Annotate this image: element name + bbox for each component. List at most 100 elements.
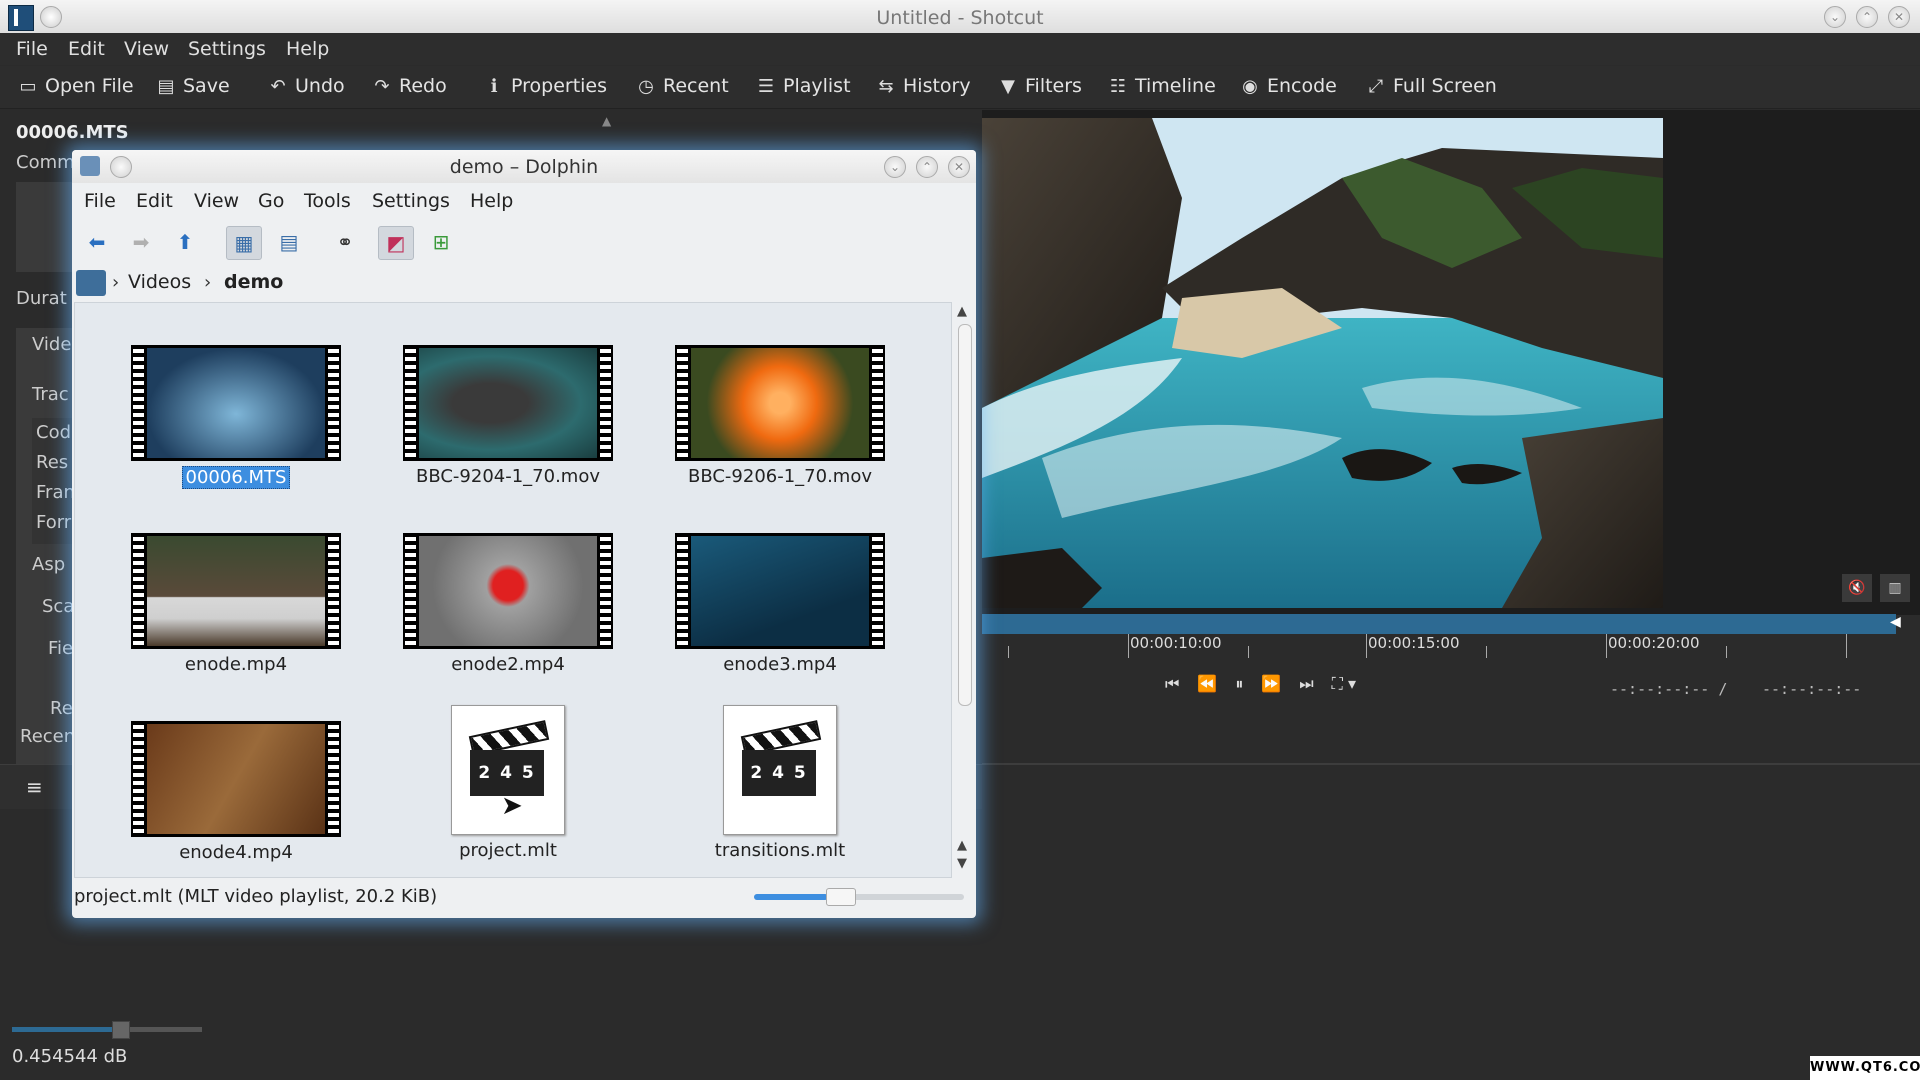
label-field: Fie bbox=[48, 638, 74, 659]
dolphin-title: demo – Dolphin bbox=[449, 156, 599, 178]
breadcrumb-videos[interactable]: Videos bbox=[128, 271, 191, 293]
videos-folder-icon[interactable] bbox=[76, 270, 106, 296]
up-icon[interactable]: ⬆ bbox=[168, 226, 202, 258]
encode-icon: ◉ bbox=[1242, 75, 1258, 97]
clock-icon: ◷ bbox=[638, 75, 654, 97]
redo-button[interactable]: ↷ Redo bbox=[372, 75, 447, 97]
zoom-fit-icon[interactable]: ⛶ ▾ bbox=[1332, 674, 1356, 694]
dolphin-menu-settings[interactable]: Settings bbox=[372, 190, 450, 212]
undo-button[interactable]: ↶ Undo bbox=[268, 75, 344, 97]
file-name: enode.mp4 bbox=[184, 654, 288, 675]
menu-view[interactable]: View bbox=[124, 38, 169, 60]
file-item[interactable]: BBC-9206-1_70.mov bbox=[675, 345, 885, 487]
dolphin-minimize-button[interactable]: ⌄ bbox=[884, 156, 906, 178]
label-video: Vide bbox=[32, 334, 72, 355]
menu-edit[interactable]: Edit bbox=[68, 38, 105, 60]
menu-help[interactable]: Help bbox=[286, 38, 329, 60]
playlist-button[interactable]: ☰ Playlist bbox=[756, 75, 851, 97]
dolphin-menu-file[interactable]: File bbox=[84, 190, 116, 212]
skip-previous-icon[interactable]: ⏮ bbox=[1165, 674, 1179, 694]
scrubber-out-marker[interactable]: ◀ bbox=[1890, 614, 1904, 634]
dolphin-menu-tools[interactable]: Tools bbox=[304, 190, 351, 212]
label-codec: Cod bbox=[36, 422, 72, 443]
redo-label: Redo bbox=[399, 75, 447, 97]
file-view-scrollbar[interactable]: ▲ ▲ ▼ bbox=[954, 302, 974, 876]
history-button[interactable]: ⇆ History bbox=[876, 75, 970, 97]
timecode-20: 00:00:20:00 bbox=[1608, 634, 1700, 652]
scrollbar-thumb[interactable] bbox=[958, 324, 972, 706]
icons-view-icon[interactable]: ▦ bbox=[226, 226, 262, 260]
scrubber-bar[interactable] bbox=[982, 614, 1896, 634]
ruler-tick bbox=[1606, 634, 1607, 658]
file-item[interactable]: 2 4 5 transitions.mlt bbox=[675, 705, 885, 861]
dolphin-titlebar: demo – Dolphin ⌄ ⌃ ✕ bbox=[72, 150, 976, 184]
gain-slider-fill bbox=[12, 1027, 120, 1032]
ruler-tick bbox=[1846, 634, 1847, 658]
fast-forward-icon[interactable]: ⏩ bbox=[1261, 674, 1281, 694]
volume-meter-button[interactable]: ▥ bbox=[1880, 574, 1910, 602]
rewind-icon[interactable]: ⏪ bbox=[1197, 674, 1217, 694]
dolphin-menu-help[interactable]: Help bbox=[470, 190, 513, 212]
menu-settings[interactable]: Settings bbox=[188, 38, 266, 60]
label-resolution: Res bbox=[36, 452, 69, 473]
video-thumbnail bbox=[675, 345, 885, 461]
ruler-tick bbox=[1008, 646, 1009, 658]
properties-comment-box[interactable] bbox=[16, 182, 76, 272]
menu-file[interactable]: File bbox=[16, 38, 48, 60]
file-item[interactable]: enode2.mp4 bbox=[403, 533, 613, 675]
scroll-up-icon[interactable]: ▲ bbox=[957, 304, 967, 319]
position-timecode[interactable]: --:--:--:-- / bbox=[1610, 680, 1727, 698]
timecode-10: 00:00:10:00 bbox=[1130, 634, 1222, 652]
skip-next-icon[interactable]: ⏭ bbox=[1299, 674, 1313, 694]
properties-button[interactable]: ℹ Properties bbox=[484, 75, 607, 97]
dolphin-close-button[interactable]: ✕ bbox=[948, 156, 970, 178]
ruler-tick bbox=[1486, 646, 1487, 658]
pause-icon[interactable]: ⏸ bbox=[1235, 674, 1243, 694]
details-view-icon[interactable]: ▤ bbox=[272, 226, 306, 258]
file-item[interactable]: enode3.mp4 bbox=[675, 533, 885, 675]
minimize-button[interactable]: ⌄ bbox=[1824, 6, 1846, 28]
file-item[interactable]: 00006.MTS bbox=[131, 345, 341, 489]
full-screen-label: Full Screen bbox=[1393, 75, 1497, 97]
save-button[interactable]: ▤ Save bbox=[156, 75, 230, 97]
file-item[interactable]: enode.mp4 bbox=[131, 533, 341, 675]
dolphin-menubar: File Edit View Go Tools Settings Help bbox=[72, 183, 976, 219]
filter-icon: ▼ bbox=[1001, 75, 1015, 97]
close-button[interactable]: ✕ bbox=[1888, 6, 1910, 28]
preview-icon[interactable]: ◩ bbox=[378, 226, 414, 260]
full-screen-button[interactable]: ⤢ Full Screen bbox=[1366, 75, 1497, 97]
maximize-button[interactable]: ⌃ bbox=[1856, 6, 1878, 28]
timeline-menu-icon[interactable]: ≡ bbox=[26, 775, 43, 799]
clapperboard-icon: 2 4 5 bbox=[740, 720, 822, 798]
scroll-down-icon[interactable]: ▼ bbox=[957, 856, 967, 871]
gain-slider-handle[interactable] bbox=[112, 1021, 130, 1039]
dolphin-menu-edit[interactable]: Edit bbox=[136, 190, 173, 212]
split-view-icon[interactable]: ⊞ bbox=[424, 226, 458, 258]
recent-button[interactable]: ◷ Recent bbox=[636, 75, 729, 97]
dolphin-menu-view[interactable]: View bbox=[194, 190, 239, 212]
encode-button[interactable]: ◉ Encode bbox=[1240, 75, 1337, 97]
find-icon[interactable]: ⚭ bbox=[328, 226, 362, 258]
tab-recent[interactable]: Recen bbox=[20, 726, 75, 747]
timeline-button[interactable]: ☷ Timeline bbox=[1108, 75, 1216, 97]
file-item[interactable]: BBC-9204-1_70.mov bbox=[403, 345, 613, 487]
reset-button-label[interactable]: Re bbox=[50, 698, 73, 719]
dolphin-menu-go[interactable]: Go bbox=[258, 190, 284, 212]
file-name: BBC-9206-1_70.mov bbox=[687, 466, 873, 487]
panel-scroll-up[interactable]: ▲ bbox=[602, 114, 611, 128]
label-frame-rate: Fran bbox=[36, 482, 75, 503]
open-file-button[interactable]: ▭ Open File bbox=[18, 75, 133, 97]
filters-button[interactable]: ▼ Filters bbox=[998, 75, 1082, 97]
timeline-label: Timeline bbox=[1135, 75, 1216, 97]
forward-icon[interactable]: ➡ bbox=[124, 226, 158, 258]
breadcrumb-demo[interactable]: demo bbox=[224, 271, 283, 293]
zoom-slider-handle[interactable] bbox=[826, 888, 856, 906]
file-item[interactable]: enode4.mp4 bbox=[131, 721, 341, 863]
save-label: Save bbox=[183, 75, 230, 97]
scroll-up-icon[interactable]: ▲ bbox=[957, 838, 967, 853]
file-name: enode2.mp4 bbox=[451, 654, 565, 675]
file-item[interactable]: 2 4 5 project.mlt bbox=[403, 705, 613, 861]
back-icon[interactable]: ⬅ bbox=[80, 226, 114, 258]
dolphin-maximize-button[interactable]: ⌃ bbox=[916, 156, 938, 178]
mute-button[interactable]: 🔇 bbox=[1842, 574, 1872, 602]
